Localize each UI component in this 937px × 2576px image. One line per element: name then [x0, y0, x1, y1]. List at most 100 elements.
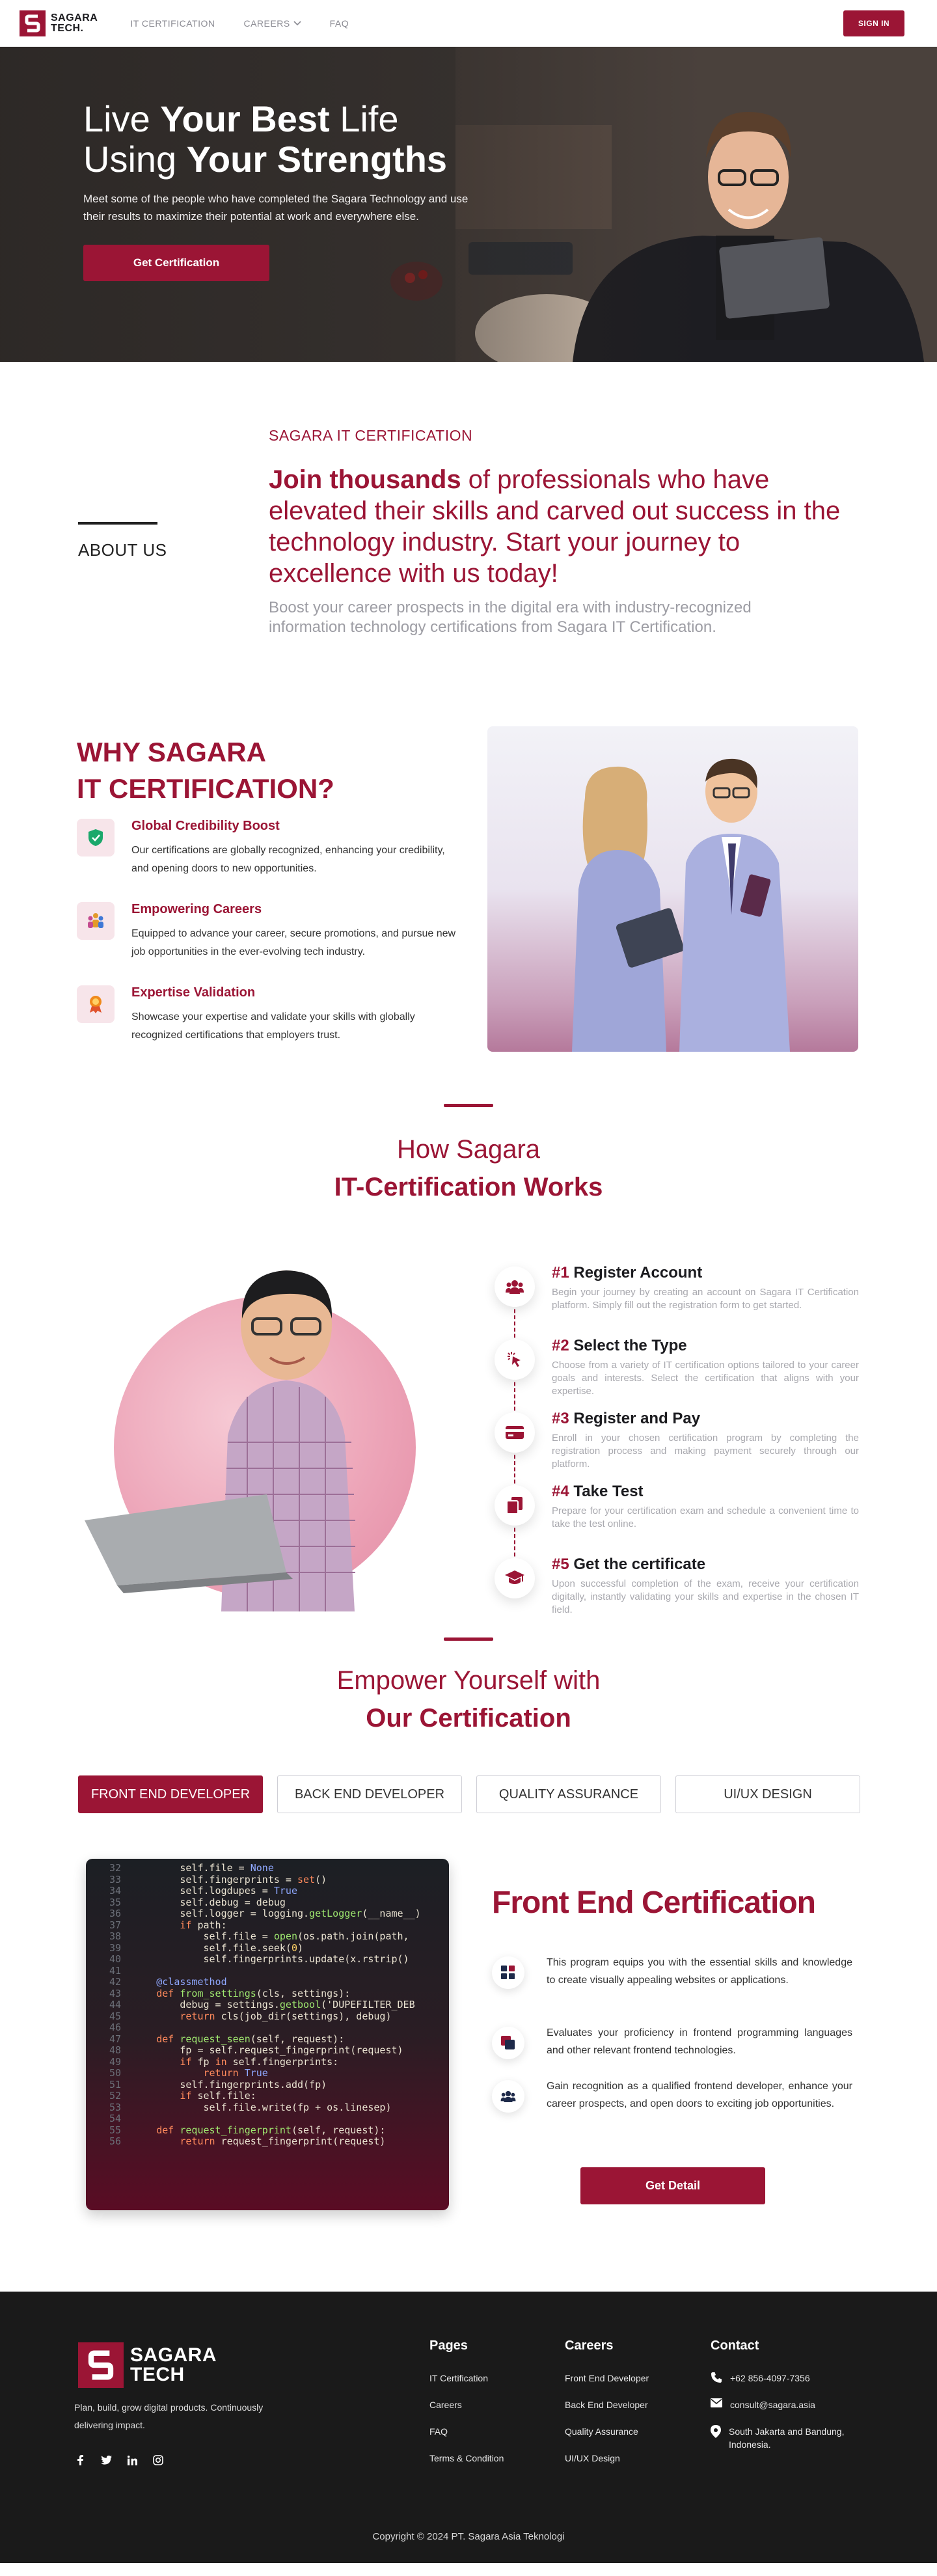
twitter-icon[interactable]	[100, 2454, 112, 2466]
step-text: Upon successful completion of the exam, …	[552, 1578, 859, 1615]
social-links	[74, 2454, 164, 2466]
footer-contact-title: Contact	[711, 2338, 759, 2353]
cert-title-1: Empower Yourself with	[336, 1666, 601, 1695]
about-section: ABOUT US SAGARA IT CERTIFICATION Join th…	[0, 362, 937, 726]
credit-card-icon	[495, 1412, 535, 1453]
footer-link-faq[interactable]: FAQ	[429, 2425, 504, 2438]
footer-careers-column: Careers Front End Developer Back End Dev…	[565, 2338, 649, 2478]
hero-subtitle: Meet some of the people who have complet…	[83, 193, 468, 223]
cert-heading: Front End Certification	[492, 1885, 816, 1920]
linkedin-icon[interactable]	[126, 2454, 138, 2466]
graduation-cap-icon	[495, 1558, 535, 1598]
top-nav: SAGARA TECH. IT CERTIFICATION CAREERS FA…	[0, 0, 937, 47]
layers-icon	[492, 2027, 524, 2059]
code-screenshot-image: 32 self.file = None 33 self.fingerprints…	[86, 1859, 449, 2210]
logo-text-line1: SAGARA	[51, 12, 98, 23]
tab-ui-ux-design[interactable]: UI/UX DESIGN	[675, 1775, 860, 1813]
get-certification-button[interactable]: Get Certification	[83, 245, 269, 281]
why-section: WHY SAGARA IT CERTIFICATION? Global Cred…	[0, 726, 937, 1104]
footer-email[interactable]: consult@sagara.asia	[711, 2398, 873, 2411]
grid-icon	[492, 1956, 524, 1989]
cert-feature-text: Gain recognition as a qualified frontend…	[547, 2081, 852, 2109]
why-item: Empowering Careers Equipped to advance y…	[77, 902, 467, 967]
footer-logo[interactable]: SAGARA TECH	[78, 2342, 217, 2388]
mail-icon	[711, 2398, 722, 2407]
medal-icon	[77, 985, 115, 1023]
about-kicker: SAGARA IT CERTIFICATION	[269, 427, 473, 444]
shield-icon	[77, 819, 115, 856]
footer-link-careers[interactable]: Careers	[429, 2398, 504, 2411]
footer-contact-column: Contact +62 856-4097-7356 consult@sagara…	[711, 2338, 873, 2465]
sign-in-button[interactable]: SIGN IN	[843, 10, 904, 36]
cert-feature: Evaluates your proficiency in frontend p…	[492, 2027, 852, 2066]
hero-section: Live Your Best Life Using Your Strengths…	[0, 47, 937, 362]
step-title: #2 Select the Type	[552, 1337, 687, 1354]
step-title: #3 Register and Pay	[552, 1410, 701, 1427]
footer-link-terms[interactable]: Terms & Condition	[429, 2452, 504, 2465]
hero-title: Live Your Best Life Using Your Strengths	[83, 98, 448, 180]
tab-quality-assurance[interactable]: QUALITY ASSURANCE	[476, 1775, 661, 1813]
nav-links: IT CERTIFICATION CAREERS FAQ	[130, 18, 349, 29]
instagram-icon[interactable]	[152, 2454, 164, 2466]
section-divider	[444, 1104, 493, 1107]
copyright: Copyright © 2024 PT. Sagara Asia Teknolo…	[372, 2531, 565, 2542]
why-item-title: Global Credibility Boost	[131, 819, 280, 833]
step-title: #1 Register Account	[552, 1264, 703, 1281]
about-heading: Join thousands of professionals who have…	[269, 465, 841, 588]
logo-icon	[78, 2342, 124, 2388]
footer-careers-title: Careers	[565, 2338, 614, 2353]
footer-link-front-end[interactable]: Front End Developer	[565, 2372, 649, 2385]
nav-link-careers[interactable]: CAREERS	[243, 18, 301, 29]
footer-link-it-certification[interactable]: IT Certification	[429, 2372, 504, 2385]
step-text: Begin your journey by creating an accoun…	[552, 1287, 859, 1311]
cert-feature: Gain recognition as a qualified frontend…	[492, 2080, 852, 2132]
why-item-text: Equipped to advance your career, secure …	[131, 928, 456, 957]
phone-icon	[711, 2372, 722, 2383]
footer: SAGARA TECH Plan, build, grow digital pr…	[0, 2292, 937, 2563]
cert-feature: This program equips you with the essenti…	[492, 1956, 852, 2008]
why-title: WHY SAGARA IT CERTIFICATION?	[77, 737, 334, 804]
users-icon	[492, 2080, 524, 2113]
why-item-text: Our certifications are globally recogniz…	[131, 845, 445, 874]
logo[interactable]: SAGARA TECH.	[20, 10, 98, 36]
section-divider	[444, 1637, 493, 1641]
cert-feature-text: This program equips you with the essenti…	[547, 1957, 852, 1986]
tab-front-end-developer[interactable]: FRONT END DEVELOPER	[78, 1775, 263, 1813]
users-icon	[495, 1267, 535, 1307]
get-detail-button[interactable]: Get Detail	[580, 2167, 765, 2204]
about-divider	[78, 522, 157, 525]
step-title: #4 Take Test	[552, 1483, 644, 1500]
logo-text-line2: TECH.	[51, 22, 84, 34]
footer-logo-line2: TECH	[130, 2364, 185, 2385]
footer-pages-title: Pages	[429, 2338, 468, 2353]
footer-tagline: Plan, build, grow digital products. Cont…	[74, 2402, 264, 2430]
business-people-photo	[487, 726, 858, 1052]
tab-back-end-developer[interactable]: BACK END DEVELOPER	[277, 1775, 462, 1813]
certification-section: Empower Yourself with Our Certification …	[0, 1637, 937, 2292]
location-pin-icon	[711, 2425, 721, 2438]
facebook-icon[interactable]	[74, 2454, 86, 2466]
chevron-down-icon	[293, 20, 301, 25]
why-item-text: Showcase your expertise and validate you…	[131, 1011, 415, 1041]
footer-pages-column: Pages IT Certification Careers FAQ Terms…	[429, 2338, 504, 2478]
logo-icon	[20, 10, 46, 36]
footer-link-qa[interactable]: Quality Assurance	[565, 2425, 649, 2438]
copy-icon	[495, 1485, 535, 1526]
why-item-title: Expertise Validation	[131, 985, 256, 1000]
about-label: ABOUT US	[78, 540, 167, 560]
nav-link-faq[interactable]: FAQ	[330, 18, 349, 29]
footer-logo-line1: SAGARA	[130, 2344, 217, 2366]
footer-link-uiux[interactable]: UI/UX Design	[565, 2452, 649, 2465]
how-title-1: How Sagara	[396, 1135, 541, 1164]
nav-link-it-certification[interactable]: IT CERTIFICATION	[130, 18, 215, 29]
step-text: Enroll in your chosen certification prog…	[552, 1432, 859, 1470]
team-icon	[77, 902, 115, 940]
footer-link-back-end[interactable]: Back End Developer	[565, 2398, 649, 2411]
how-section: How Sagara IT-Certification Works #1 Reg…	[0, 1104, 937, 1637]
about-description: Boost your career prospects in the digit…	[269, 599, 752, 636]
footer-phone[interactable]: +62 856-4097-7356	[711, 2372, 873, 2385]
cert-title-2: Our Certification	[366, 1704, 571, 1733]
how-title-2: IT-Certification Works	[334, 1173, 603, 1201]
why-item: Expertise Validation Showcase your exper…	[77, 985, 467, 1050]
footer-address: South Jakarta and Bandung, Indonesia.	[711, 2425, 873, 2451]
